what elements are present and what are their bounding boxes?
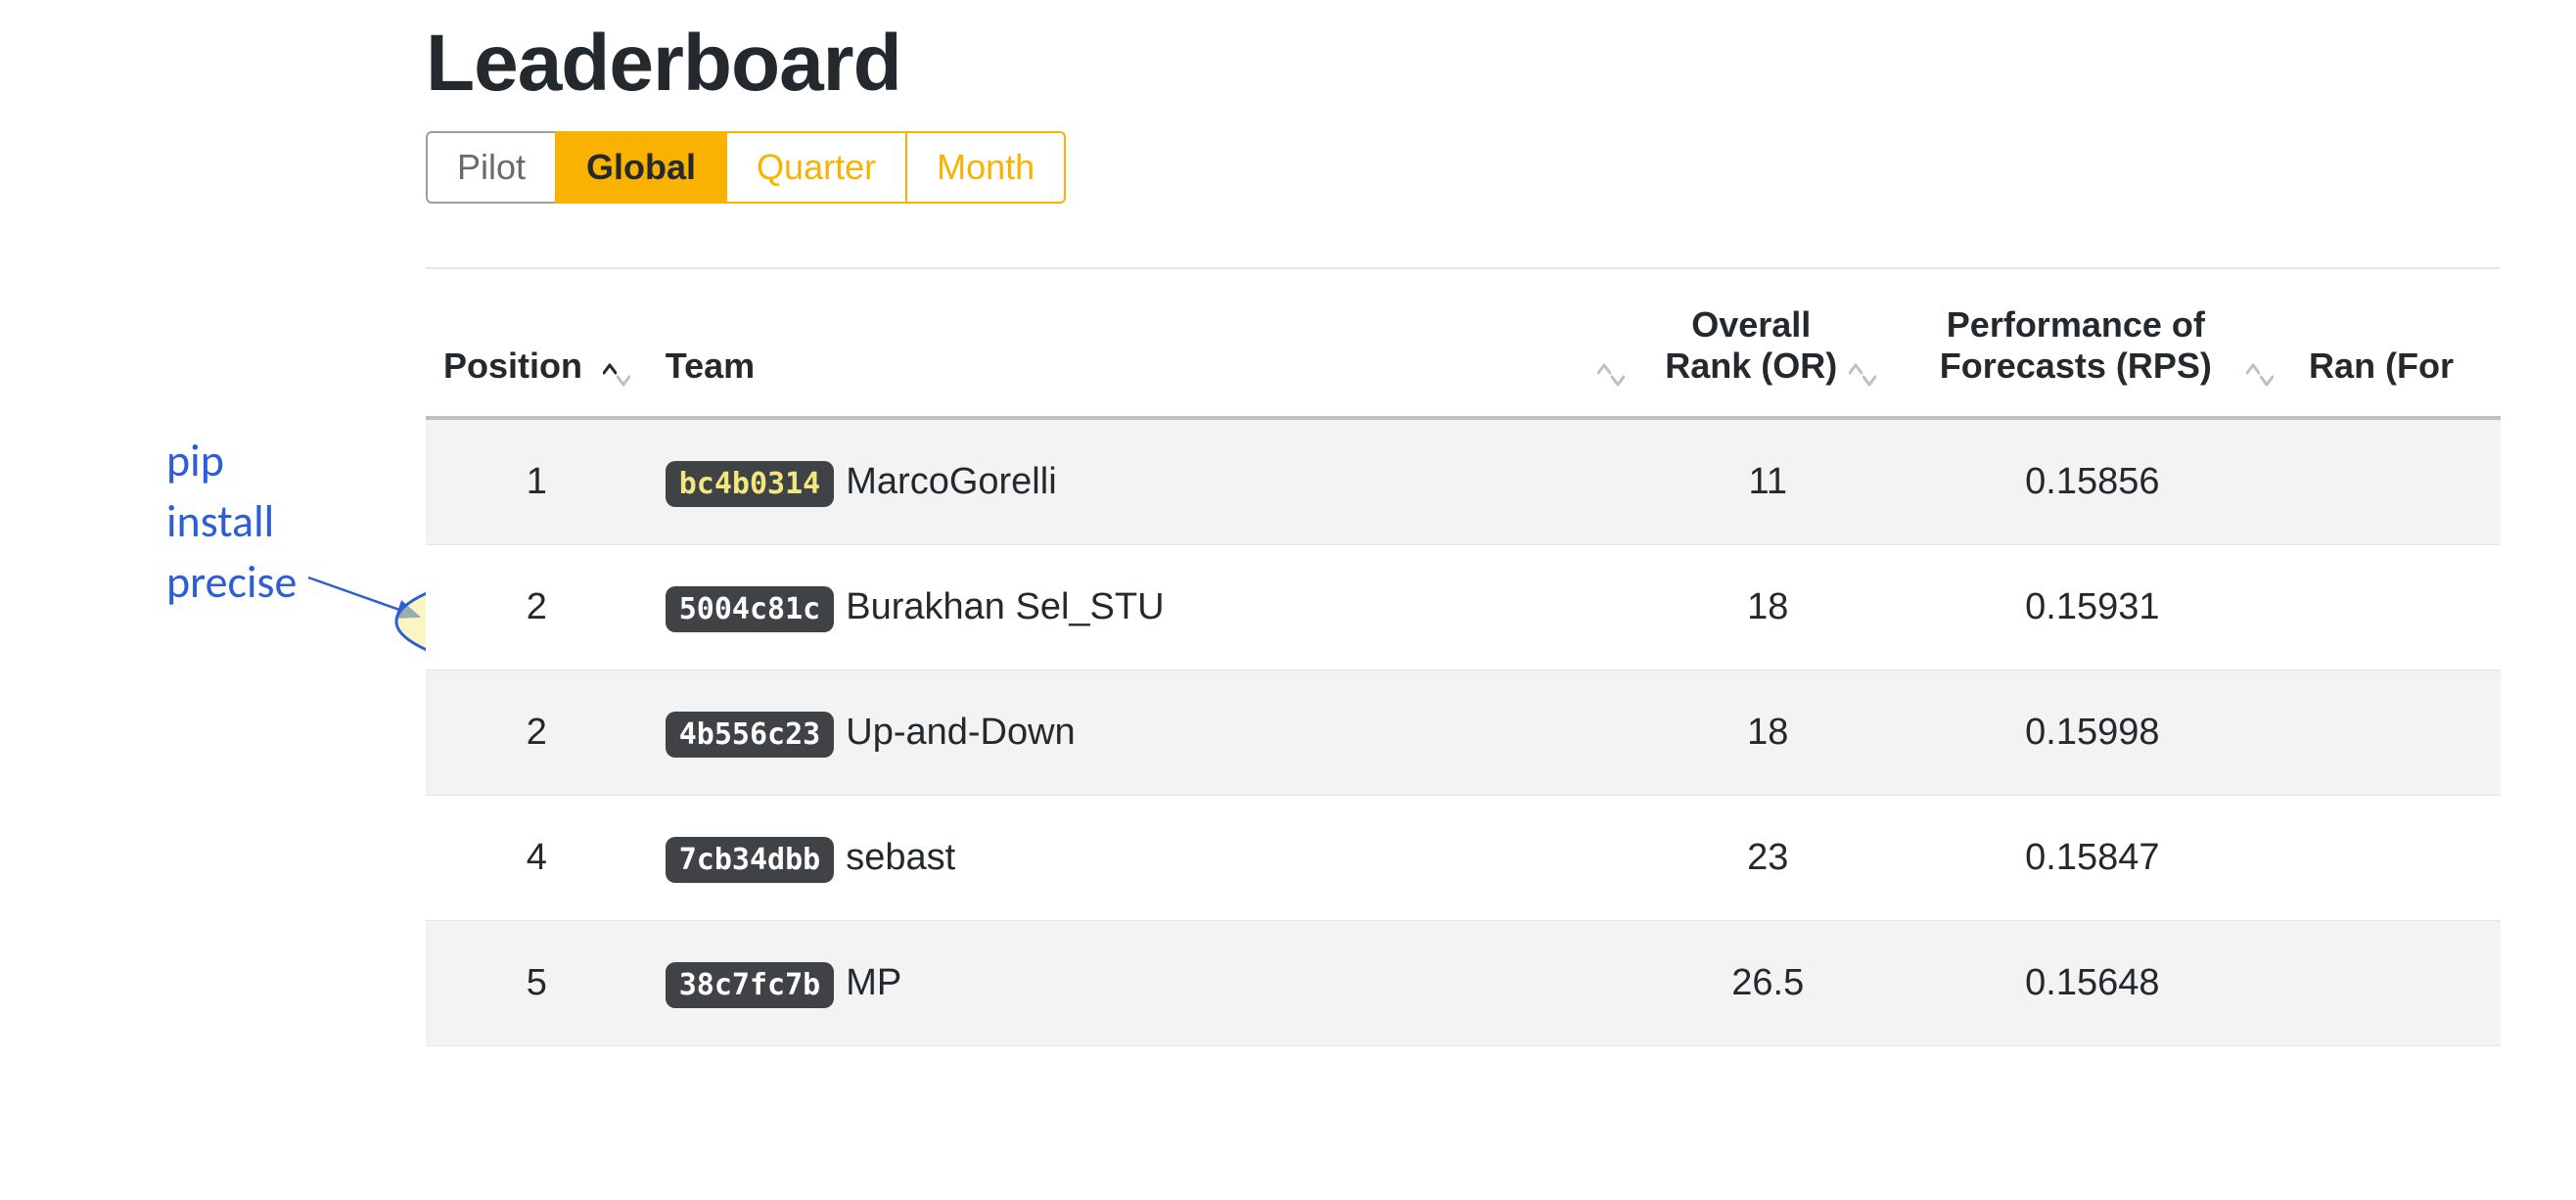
leaderboard-table: Position Team xyxy=(426,269,2501,1046)
column-position[interactable]: Position xyxy=(426,269,648,418)
cell-position: 1 xyxy=(426,418,648,545)
column-label: Performance of Forecasts (RPS) xyxy=(1911,304,2240,387)
cell-ran-truncated xyxy=(2291,418,2501,545)
cell-overall-rank: 18 xyxy=(1642,545,1894,670)
table-row[interactable]: 4 7cb34dbb sebast 230.15847 xyxy=(426,796,2501,921)
cell-position: 5 xyxy=(426,921,648,1046)
column-label: Ran (For xyxy=(2309,346,2454,386)
team-hash-badge: 4b556c23 xyxy=(666,712,835,758)
cell-rps: 0.15998 xyxy=(1894,670,2291,796)
cell-team: bc4b0314 MarcoGorelli xyxy=(648,418,1642,545)
cell-ran-truncated xyxy=(2291,921,2501,1046)
team-name: MarcoGorelli xyxy=(846,461,1056,502)
team-hash-badge: 5004c81c xyxy=(666,586,835,632)
cell-position: 2 xyxy=(426,545,648,670)
column-team[interactable]: Team xyxy=(648,269,1642,418)
column-label: Position xyxy=(443,346,582,387)
team-name: Up-and-Down xyxy=(846,712,1075,753)
cell-rps: 0.15847 xyxy=(1894,796,2291,921)
sort-icon[interactable] xyxy=(1849,363,1876,387)
team-hash-badge: bc4b0314 xyxy=(666,461,835,507)
column-label: Team xyxy=(666,346,755,387)
cell-position: 4 xyxy=(426,796,648,921)
cell-rps: 0.15648 xyxy=(1894,921,2291,1046)
table-row[interactable]: 2 4b556c23 Up-and-Down 180.15998 xyxy=(426,670,2501,796)
cell-overall-rank: 18 xyxy=(1642,670,1894,796)
team-name: MP xyxy=(846,962,901,1003)
team-name: sebast xyxy=(846,837,955,878)
leaderboard-panel: Leaderboard Pilot Global Quarter Month P… xyxy=(426,0,2576,1046)
cell-overall-rank: 11 xyxy=(1642,418,1894,545)
cell-position: 2 xyxy=(426,670,648,796)
column-label: Overall Rank (OR) xyxy=(1660,304,1843,387)
page-title: Leaderboard xyxy=(426,18,2576,110)
column-overall-rank[interactable]: Overall Rank (OR) xyxy=(1642,269,1894,418)
cell-team: 38c7fc7b MP xyxy=(648,921,1642,1046)
table-row[interactable]: 5 38c7fc7b MP 26.50.15648 xyxy=(426,921,2501,1046)
team-hash-badge: 7cb34dbb xyxy=(666,837,835,883)
column-rps[interactable]: Performance of Forecasts (RPS) xyxy=(1894,269,2291,418)
cell-rps: 0.15931 xyxy=(1894,545,2291,670)
cell-team: 7cb34dbb sebast xyxy=(648,796,1642,921)
cell-ran-truncated xyxy=(2291,545,2501,670)
sort-icon[interactable] xyxy=(1597,363,1625,387)
table-row[interactable]: 2 5004c81c Burakhan Sel_STU 180.15931 xyxy=(426,545,2501,670)
cell-overall-rank: 23 xyxy=(1642,796,1894,921)
column-ran-truncated[interactable]: Ran (For xyxy=(2291,269,2501,418)
tab-month[interactable]: Month xyxy=(905,131,1066,204)
cell-team: 5004c81c Burakhan Sel_STU xyxy=(648,545,1642,670)
cell-ran-truncated xyxy=(2291,670,2501,796)
team-hash-badge: 38c7fc7b xyxy=(666,962,835,1008)
annotation-line: pip xyxy=(166,431,297,491)
tab-quarter[interactable]: Quarter xyxy=(725,131,907,204)
annotation-line: precise xyxy=(166,552,297,613)
cell-overall-rank: 26.5 xyxy=(1642,921,1894,1046)
cell-rps: 0.15856 xyxy=(1894,418,2291,545)
sort-icon[interactable] xyxy=(2246,363,2274,387)
cell-ran-truncated xyxy=(2291,796,2501,921)
scope-tabs: Pilot Global Quarter Month xyxy=(426,131,2576,204)
annotation-arrow-icon xyxy=(303,538,440,636)
tab-global[interactable]: Global xyxy=(555,131,727,204)
annotation-text: pip install precise xyxy=(166,431,297,613)
annotation-line: install xyxy=(166,491,297,552)
sort-icon[interactable] xyxy=(603,363,630,387)
team-name: Burakhan Sel_STU xyxy=(846,586,1164,627)
tab-pilot[interactable]: Pilot xyxy=(426,131,557,204)
cell-team: 4b556c23 Up-and-Down xyxy=(648,670,1642,796)
table-row[interactable]: 1 bc4b0314 MarcoGorelli 110.15856 xyxy=(426,418,2501,545)
